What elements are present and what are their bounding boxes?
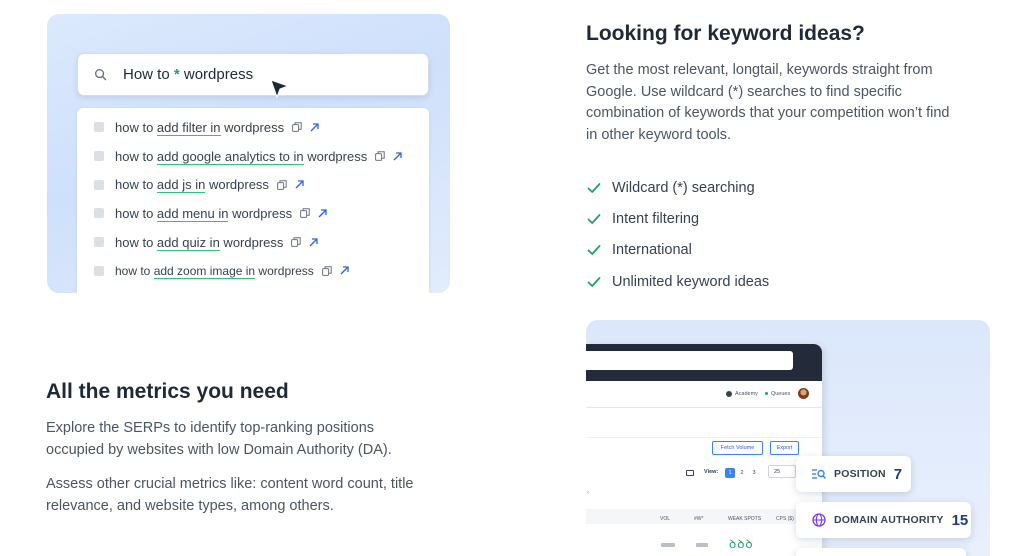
app-window: Academy Queues Fetch Volume Export View:…	[586, 344, 822, 556]
serp-metrics-preview-card: Academy Queues Fetch Volume Export View:…	[586, 320, 990, 556]
result-checkbox[interactable]	[94, 179, 104, 190]
external-link-icon[interactable]	[318, 209, 327, 218]
feature-list: Wildcard (*) searching Intent filtering …	[586, 172, 769, 297]
divider	[586, 437, 822, 438]
page-2-button[interactable]: 2	[737, 468, 747, 478]
collapse-arrow-icon[interactable]: ‹	[587, 490, 589, 496]
search-query: How to * wordpress	[123, 66, 254, 83]
copy-icon[interactable]	[300, 208, 310, 219]
wildcard-match-highlight: add zoom image in	[153, 263, 256, 279]
check-icon	[587, 245, 601, 256]
position-label: POSITION	[834, 468, 886, 480]
domain-authority-label: DOMAIN AUTHORITY	[834, 514, 944, 526]
export-button[interactable]: Export	[770, 441, 799, 455]
feature-item: Wildcard (*) searching	[586, 172, 769, 203]
view-label: View:	[704, 469, 719, 475]
keyword-result-row[interactable]: how to add js in wordpress	[77, 170, 429, 199]
queues-dot-icon	[764, 392, 768, 395]
col-vol[interactable]: VOL	[660, 516, 670, 522]
result-text: how to add filter in wordpress	[115, 119, 285, 136]
avatar[interactable]	[798, 388, 810, 399]
result-text: how to add zoom image in wordpress	[115, 263, 314, 279]
result-checkbox[interactable]	[94, 151, 104, 162]
table-view-icon[interactable]	[686, 470, 694, 476]
page-1-button[interactable]: 1	[725, 468, 735, 478]
search-icon	[94, 68, 107, 81]
result-text: how to add google analytics to in wordpr…	[115, 148, 368, 165]
nav-queues[interactable]: Queues	[771, 391, 790, 397]
position-value: 7	[893, 465, 903, 483]
keyword-results-list: how to add filter in wordpress how to add…	[77, 108, 429, 293]
academy-icon	[726, 390, 732, 397]
wildcard-match-highlight: add menu in	[156, 205, 229, 222]
app-search-bar[interactable]	[586, 351, 793, 370]
result-text: how to add menu in wordpress	[115, 205, 293, 222]
metrics-heading: All the metrics you need	[46, 380, 289, 403]
divider	[586, 407, 822, 408]
position-metric-pill: POSITION 7	[796, 456, 911, 492]
copy-icon[interactable]	[277, 180, 287, 190]
position-list-search-icon	[812, 469, 826, 479]
wildcard-match-highlight: add google analytics to in	[156, 148, 304, 165]
external-link-icon[interactable]	[340, 266, 349, 275]
copy-icon[interactable]	[292, 122, 302, 133]
keyword-search-box[interactable]: How to * wordpress	[77, 53, 429, 96]
feature-item: International	[586, 235, 769, 266]
keyword-ideas-heading: Looking for keyword ideas?	[586, 22, 865, 45]
external-link-icon[interactable]	[309, 237, 319, 247]
keyword-result-row[interactable]: how to add menu in wordpress	[77, 199, 429, 228]
feature-item: Unlimited keyword ideas	[586, 266, 769, 297]
keyword-result-row[interactable]: how to add filter in wordpress	[77, 113, 429, 142]
domain-authority-value: 15	[951, 511, 969, 529]
result-checkbox[interactable]	[94, 237, 104, 248]
weak-spots-icons: ꝺꝺꝺ	[729, 537, 754, 551]
words-placeholder	[696, 543, 708, 547]
app-topbar	[586, 344, 822, 381]
result-text: how to add quiz in wordpress	[115, 234, 284, 251]
wildcard-match-highlight: add js in	[156, 177, 206, 194]
nav-academy[interactable]: Academy	[735, 391, 758, 397]
metrics-description-1: Explore the SERPs to identify top-rankin…	[46, 420, 392, 458]
app-nav: Academy Queues	[726, 388, 810, 399]
copy-icon[interactable]	[375, 151, 385, 161]
page: How to * wordpress how to add filter in …	[0, 0, 1028, 556]
keyword-search-demo-card: How to * wordpress how to add filter in …	[47, 14, 450, 293]
result-checkbox[interactable]	[94, 265, 104, 276]
check-icon	[587, 214, 601, 224]
external-link-icon[interactable]	[295, 180, 304, 189]
wildcard-match-highlight: add quiz in	[156, 234, 220, 251]
metric-pill-partial	[796, 548, 966, 556]
domain-authority-metric-pill: DOMAIN AUTHORITY 15	[796, 502, 971, 538]
mouse-pointer-icon	[270, 79, 290, 99]
globe-icon	[812, 513, 826, 527]
keyword-result-row[interactable]: how to add google analytics to in wordpr…	[77, 142, 429, 171]
fetch-volume-button[interactable]: Fetch Volume	[712, 441, 763, 455]
metrics-description-2: Assess other crucial metrics like: conte…	[46, 476, 414, 514]
per-page-select[interactable]: 25	[768, 465, 796, 478]
check-icon	[587, 182, 601, 193]
feature-item: Intent filtering	[586, 203, 769, 234]
result-checkbox[interactable]	[94, 122, 104, 133]
keyword-result-row[interactable]: how to add quiz in wordpress	[77, 228, 429, 257]
vol-placeholder	[661, 543, 675, 547]
keyword-result-row[interactable]: how to add zoom image in wordpress	[77, 256, 429, 285]
copy-icon[interactable]	[291, 237, 302, 247]
col-cps[interactable]: CPS ($)	[776, 516, 794, 522]
keyword-ideas-description: Get the most relevant, longtail, keyword…	[586, 62, 950, 143]
page-3-button[interactable]: 3	[749, 468, 759, 478]
result-checkbox[interactable]	[94, 208, 104, 219]
result-text: how to add js in wordpress	[115, 177, 269, 194]
check-icon	[587, 276, 601, 287]
external-link-icon[interactable]	[393, 151, 402, 161]
col-words[interactable]: #W°	[694, 516, 704, 522]
copy-icon[interactable]	[321, 266, 332, 276]
col-weak-spots[interactable]: WEAK SPOTS	[728, 516, 761, 522]
external-link-icon[interactable]	[310, 123, 319, 132]
wildcard-match-highlight: add filter in	[156, 119, 221, 136]
